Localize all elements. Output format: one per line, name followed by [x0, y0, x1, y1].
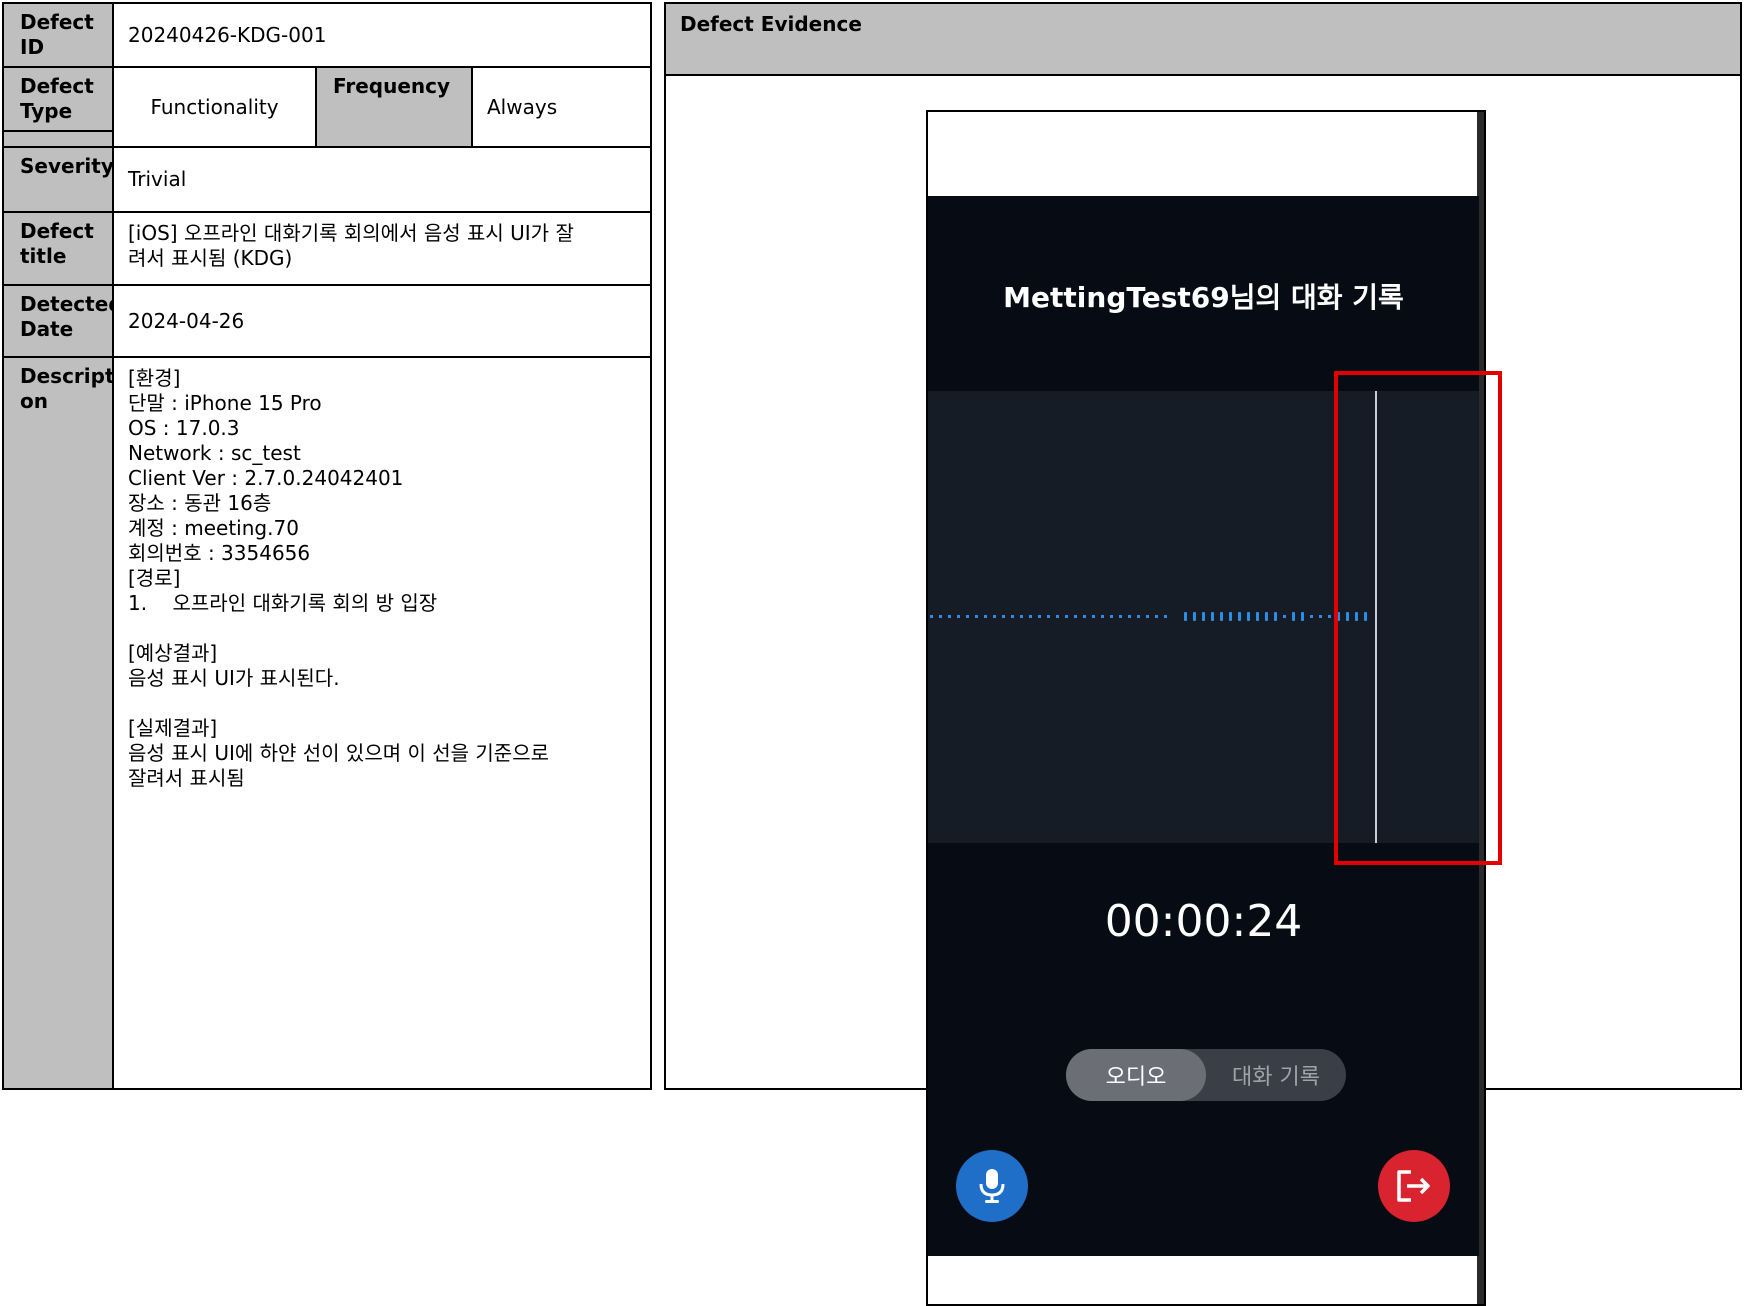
defect-id-value: 20240426-KDG-001	[112, 2, 652, 68]
detected-date-label: Detected Date	[2, 284, 123, 358]
exit-button[interactable]	[1378, 1150, 1450, 1222]
defect-title-value: [iOS] 오프라인 대화기록 회의에서 음성 표시 UI가 잘 려서 표시됨 …	[112, 211, 652, 286]
evidence-header: Defect Evidence	[664, 2, 1742, 76]
defect-id-label: Defect ID	[2, 2, 114, 68]
description-label: Descripti on	[2, 356, 121, 1090]
severity-value: Trivial	[112, 146, 652, 213]
description-value: [환경] 단말 : iPhone 15 Pro OS : 17.0.3 Netw…	[112, 356, 652, 1090]
defect-type-label: Defect Type	[2, 66, 114, 132]
detected-date-value: 2024-04-26	[112, 284, 652, 358]
tab-audio[interactable]: 오디오	[1066, 1049, 1206, 1101]
frequency-label: Frequency	[315, 66, 473, 148]
highlight-box	[1334, 371, 1502, 865]
recording-timer: 00:00:24	[1104, 896, 1303, 947]
mic-button[interactable]	[956, 1150, 1028, 1222]
exit-icon	[1397, 1170, 1430, 1202]
waveform-dots	[930, 615, 1167, 618]
frequency-value: Always	[471, 66, 652, 148]
description-text: [환경] 단말 : iPhone 15 Pro OS : 17.0.3 Netw…	[128, 366, 549, 790]
defect-type-value: Functionality	[112, 66, 317, 148]
tab-transcript[interactable]: 대화 기록	[1206, 1049, 1346, 1101]
mic-icon	[979, 1169, 1005, 1203]
severity-label: Severity	[2, 146, 114, 213]
phone-title: MettingTest69님의 대화 기록	[1003, 281, 1404, 314]
defect-title-label: Defect title	[2, 211, 114, 286]
tab-segment: 오디오 대화 기록	[1066, 1049, 1346, 1101]
